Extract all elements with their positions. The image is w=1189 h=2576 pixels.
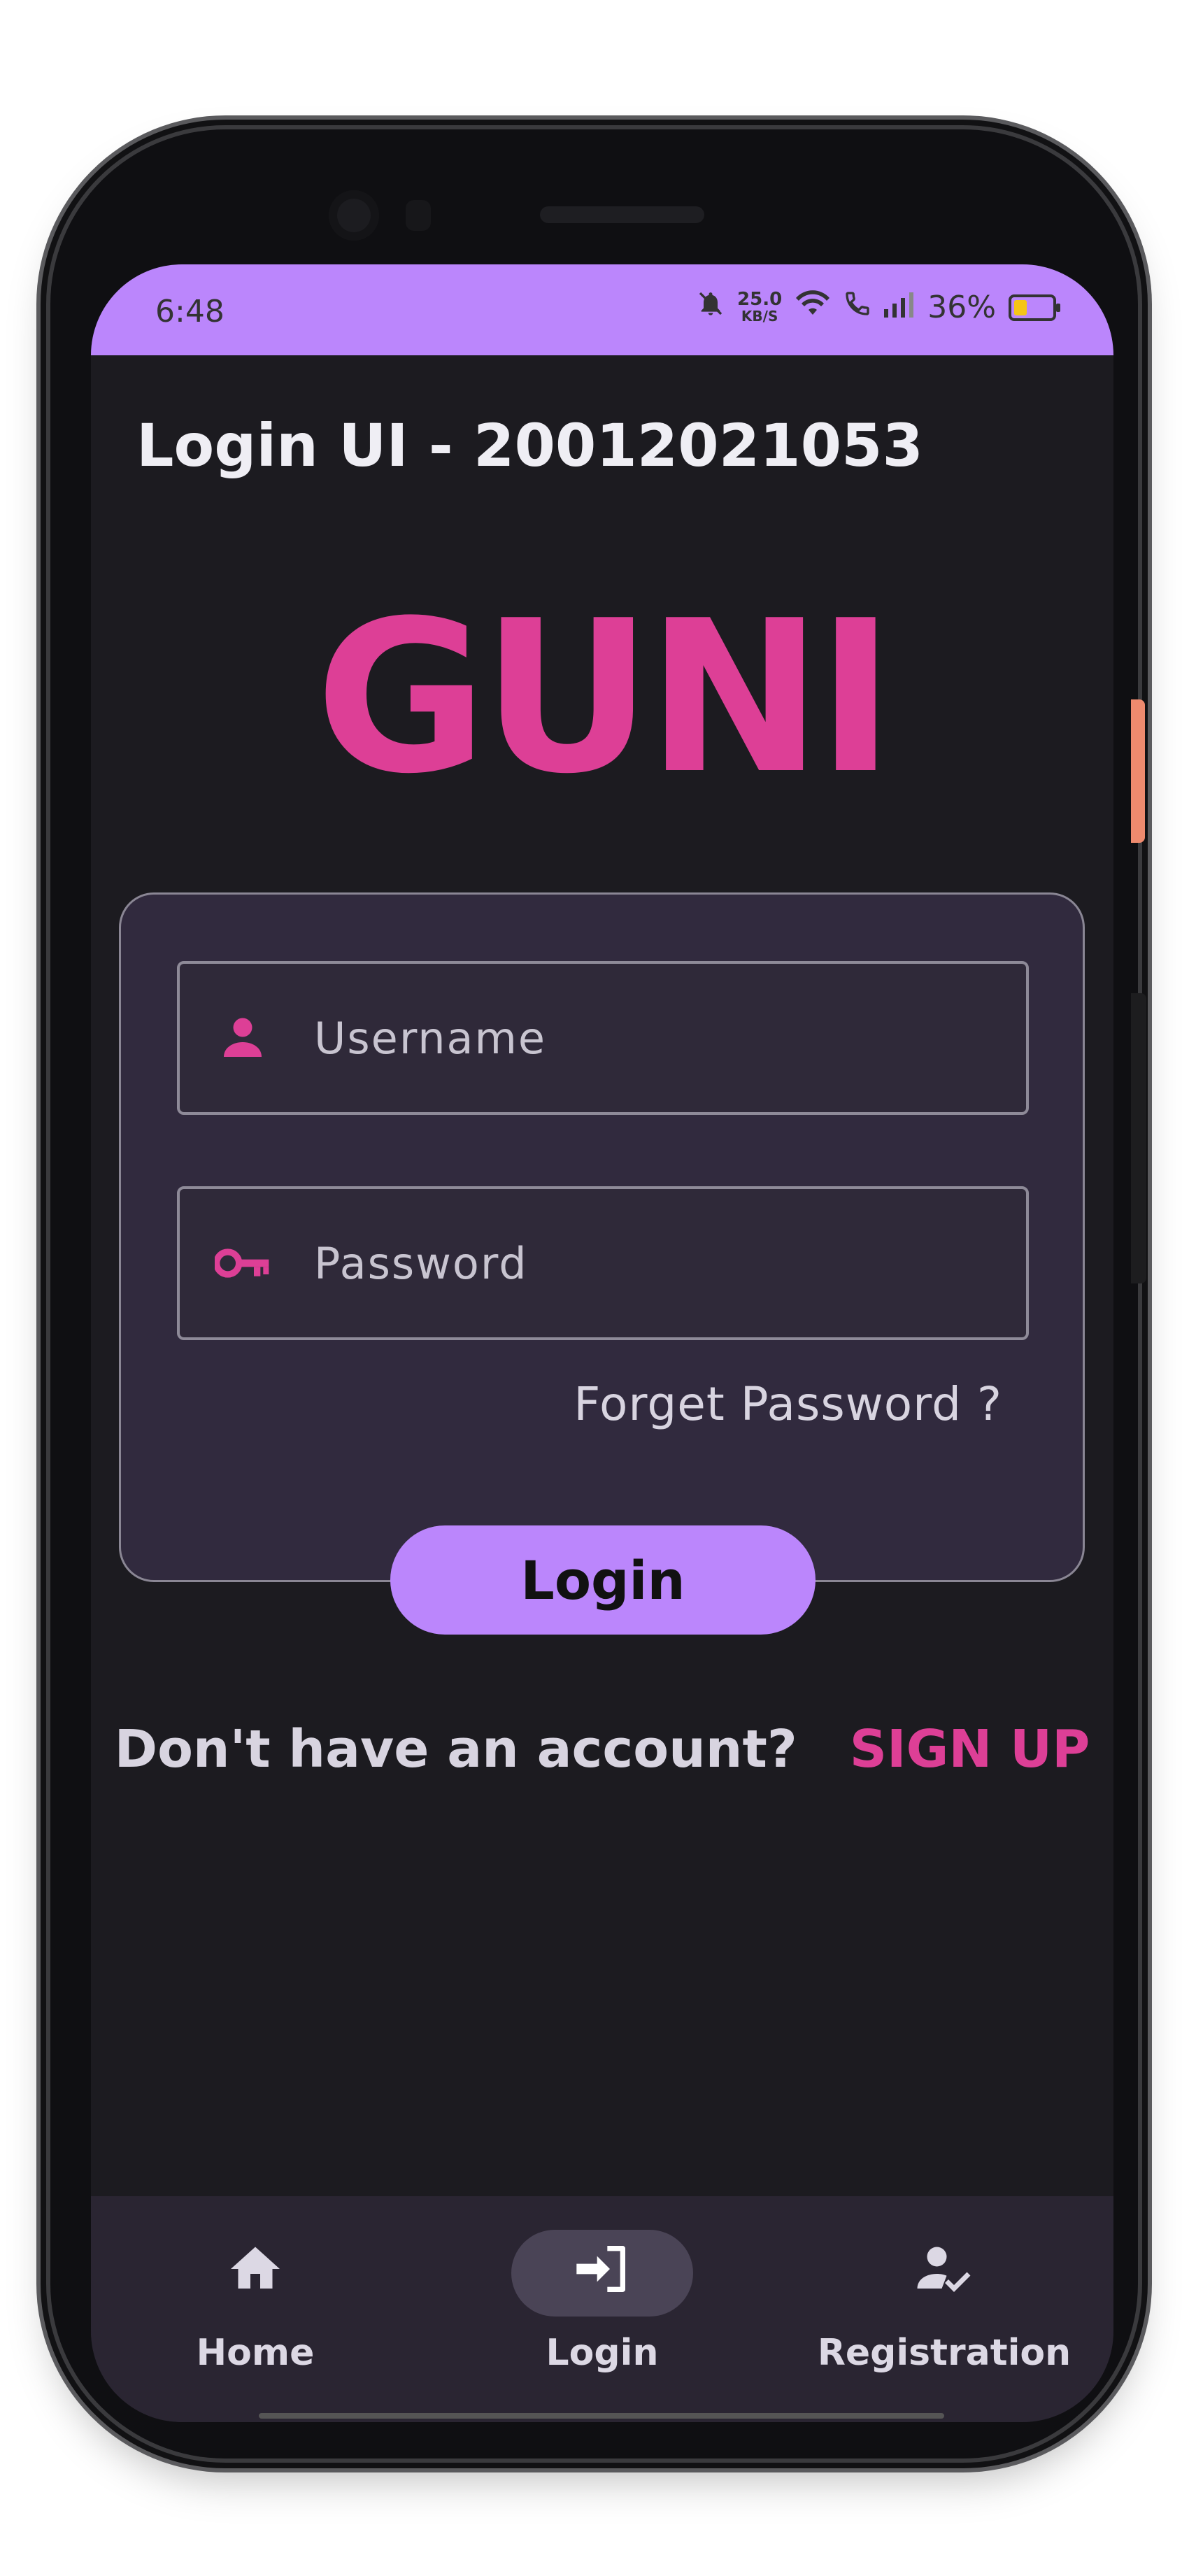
password-input[interactable] <box>313 1237 945 1290</box>
wifi-call-icon <box>843 290 871 325</box>
side-button-volume <box>1131 993 1146 1283</box>
signup-row: Don't have an account? SIGN UP <box>91 1719 1113 1779</box>
battery-percent: 36% <box>927 290 996 325</box>
nav-item-home[interactable]: Home <box>108 2230 402 2374</box>
wifi-icon <box>795 290 831 325</box>
side-button-power <box>1131 699 1145 843</box>
username-field[interactable] <box>177 961 1029 1115</box>
signal-icon <box>884 290 915 325</box>
nav-label-login: Login <box>546 2332 659 2374</box>
net-speed-value: 25.0 <box>737 288 783 310</box>
signup-question: Don't have an account? <box>114 1719 797 1779</box>
nav-label-home: Home <box>196 2332 315 2374</box>
net-speed: 25.0 KB/S <box>737 288 783 325</box>
key-icon <box>215 1235 271 1291</box>
nav-item-login[interactable]: Login <box>455 2230 749 2374</box>
app-title: Login UI - 20012021053 <box>136 411 923 480</box>
front-camera <box>329 190 379 241</box>
forget-password-link[interactable]: Forget Password ? <box>574 1377 1002 1431</box>
nav-icon-container <box>853 2230 1035 2317</box>
home-icon <box>226 2240 285 2307</box>
brand-logo-text: GUNI <box>315 576 895 820</box>
person-check-icon <box>915 2240 974 2307</box>
status-time: 6:48 <box>155 294 225 329</box>
bottom-navigation: Home Login Registration <box>91 2196 1113 2422</box>
login-icon <box>571 2238 633 2309</box>
status-icons: 25.0 KB/S 36% <box>697 288 1060 325</box>
login-button[interactable]: Login <box>390 1525 816 1635</box>
mute-bell-icon <box>697 290 725 325</box>
person-icon <box>215 1010 271 1066</box>
camera-sensor <box>406 200 431 231</box>
nav-active-indicator <box>511 2230 693 2317</box>
battery-icon <box>1009 294 1060 321</box>
nav-icon-container <box>164 2230 346 2317</box>
app-screen: 6:48 25.0 KB/S 36% Login UI - 2001202105… <box>91 264 1113 2422</box>
earpiece-speaker <box>540 206 704 223</box>
login-card: Forget Password ? <box>119 892 1085 1582</box>
net-speed-unit: KB/S <box>741 307 778 325</box>
username-input[interactable] <box>313 1011 945 1065</box>
status-bar: 6:48 25.0 KB/S 36% <box>91 264 1113 355</box>
password-field[interactable] <box>177 1186 1029 1340</box>
gesture-bar[interactable] <box>259 2413 944 2419</box>
nav-label-registration: Registration <box>817 2332 1071 2374</box>
signup-link[interactable]: SIGN UP <box>850 1719 1090 1779</box>
nav-item-registration[interactable]: Registration <box>797 2230 1091 2374</box>
